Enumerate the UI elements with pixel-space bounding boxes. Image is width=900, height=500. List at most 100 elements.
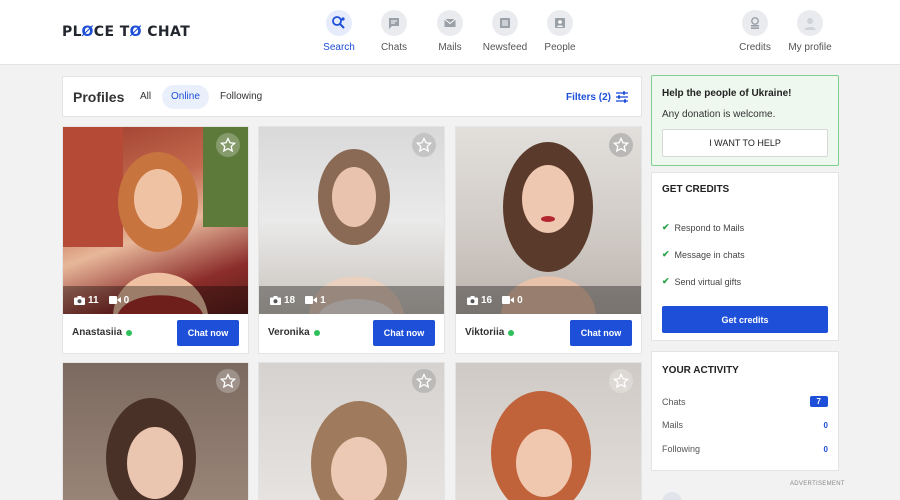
ad-avatar: [662, 492, 682, 500]
advertisement-label: ADVERTISEMENT: [790, 481, 845, 487]
top-bar: PLØCE TØ CHAT Search Chats Mails Newsfee…: [0, 0, 900, 65]
favorite-star-icon[interactable]: [609, 369, 633, 393]
avatar-icon: [797, 10, 823, 36]
activity-row-mails[interactable]: Mails 0: [662, 420, 828, 430]
list-item: ✔ Message in chats: [662, 249, 745, 260]
profile-photo[interactable]: [259, 363, 444, 500]
video-count: 0: [502, 295, 523, 306]
activity-row-chats[interactable]: Chats 7: [662, 396, 828, 407]
nav-newsfeed-label: Newsfeed: [482, 42, 528, 53]
profile-card[interactable]: 16 0 Viktoriia Chat now: [455, 126, 642, 354]
media-stats: 16 0: [456, 286, 641, 314]
chat-bubble-icon: [381, 10, 407, 36]
favorite-star-icon[interactable]: [216, 369, 240, 393]
profile-name[interactable]: Viktoriia: [465, 327, 515, 338]
i-want-to-help-button[interactable]: I WANT TO HELP: [662, 129, 828, 157]
video-camera-icon: [108, 296, 121, 304]
profile-card[interactable]: [258, 362, 445, 500]
photo-count: 16: [467, 295, 492, 306]
list-item: ✔ Respond to Mails: [662, 222, 745, 233]
envelope-icon: [437, 10, 463, 36]
nav-search[interactable]: Search: [309, 10, 369, 53]
chat-now-button[interactable]: Chat now: [177, 320, 239, 346]
favorite-star-icon[interactable]: [216, 133, 240, 157]
ukraine-subtext: Any donation is welcome.: [662, 109, 776, 120]
your-activity-box: YOUR ACTIVITY Chats 7 Mails 0 Following 0: [651, 351, 839, 471]
person-card-icon: [547, 10, 573, 36]
profile-photo[interactable]: 18 1: [259, 127, 444, 314]
newsfeed-icon: [492, 10, 518, 36]
profile-card[interactable]: [455, 362, 642, 500]
profiles-title: Profiles: [73, 89, 125, 105]
favorite-star-icon[interactable]: [412, 133, 436, 157]
site-logo[interactable]: PLØCE TØ CHAT: [62, 24, 190, 40]
profile-photo[interactable]: [63, 363, 248, 500]
list-item: ✔ Send virtual gifts: [662, 276, 742, 287]
nav-people-label: People: [544, 42, 576, 53]
nav-chats[interactable]: Chats: [364, 10, 424, 53]
get-credits-heading: GET CREDITS: [662, 184, 730, 195]
profile-card[interactable]: 18 1 Veronika Chat now: [258, 126, 445, 354]
chat-now-button[interactable]: Chat now: [570, 320, 632, 346]
chat-now-button[interactable]: Chat now: [373, 320, 435, 346]
ukraine-heading: Help the people of Ukraine!: [662, 88, 792, 99]
nav-chats-label: Chats: [380, 42, 408, 53]
nav-people[interactable]: People: [530, 10, 590, 53]
ukraine-donation-box: Help the people of Ukraine! Any donation…: [651, 75, 839, 166]
credits-benefits-list: ✔ Respond to Mails ✔ Message in chats ✔ Sen…: [662, 214, 745, 295]
sliders-icon: [616, 91, 628, 103]
nav-credits-label: Credits: [739, 42, 771, 53]
profile-name[interactable]: Veronika: [268, 327, 320, 338]
media-stats: 18 1: [259, 286, 444, 314]
activity-count: 0: [823, 420, 828, 430]
photo-count: 18: [270, 295, 295, 306]
checkmark-icon: ✔: [662, 276, 670, 286]
activity-count: 0: [823, 444, 828, 454]
tab-following[interactable]: Following: [211, 85, 271, 109]
activity-row-following[interactable]: Following 0: [662, 444, 828, 454]
online-indicator: [126, 329, 133, 336]
camera-icon: [74, 295, 85, 305]
activity-label: Chats: [662, 396, 686, 407]
activity-count-badge: 7: [809, 396, 828, 407]
profile-photo[interactable]: [456, 363, 641, 500]
nav-my-profile-label: My profile: [788, 42, 832, 53]
profile-photo[interactable]: 11 0: [63, 127, 248, 314]
nav-newsfeed[interactable]: Newsfeed: [475, 10, 535, 53]
nav-my-profile[interactable]: My profile: [780, 10, 840, 53]
video-count: 1: [305, 295, 326, 306]
photo-count: 11: [74, 295, 99, 306]
tab-online[interactable]: Online: [162, 85, 209, 109]
video-count: 0: [108, 295, 129, 306]
search-people-icon: [326, 10, 352, 36]
get-credits-button[interactable]: Get credits: [662, 306, 828, 333]
video-camera-icon: [305, 296, 318, 304]
filters-button[interactable]: Filters (2): [566, 91, 629, 103]
get-credits-box: GET CREDITS ✔ Respond to Mails ✔ Message i…: [651, 172, 839, 341]
filters-label: Filters (2): [565, 91, 611, 103]
checkmark-icon: ✔: [662, 249, 670, 259]
checkmark-icon: ✔: [662, 222, 670, 232]
activity-label: Mails: [662, 420, 684, 430]
favorite-star-icon[interactable]: [412, 369, 436, 393]
nav-search-label: Search: [323, 42, 355, 53]
video-camera-icon: [502, 296, 515, 304]
online-indicator: [313, 329, 320, 336]
nav-credits[interactable]: Credits: [725, 10, 785, 53]
activity-label: Following: [662, 444, 701, 454]
activity-heading: YOUR ACTIVITY: [662, 365, 739, 376]
favorite-star-icon[interactable]: [609, 133, 633, 157]
camera-icon: [467, 295, 478, 305]
profile-card[interactable]: 11 0 Anastasiia Chat now: [62, 126, 249, 354]
profiles-toolbar: Profiles All Online Following Filters (2…: [62, 76, 642, 117]
nav-mails[interactable]: Mails: [420, 10, 480, 53]
media-stats: 11 0: [63, 286, 248, 314]
coins-icon: [742, 10, 768, 36]
profile-name[interactable]: Anastasiia: [72, 327, 133, 338]
camera-icon: [270, 295, 281, 305]
online-indicator: [508, 329, 515, 336]
tab-all[interactable]: All: [131, 85, 160, 109]
nav-mails-label: Mails: [438, 42, 462, 53]
profile-card[interactable]: [62, 362, 249, 500]
profile-photo[interactable]: 16 0: [456, 127, 641, 314]
